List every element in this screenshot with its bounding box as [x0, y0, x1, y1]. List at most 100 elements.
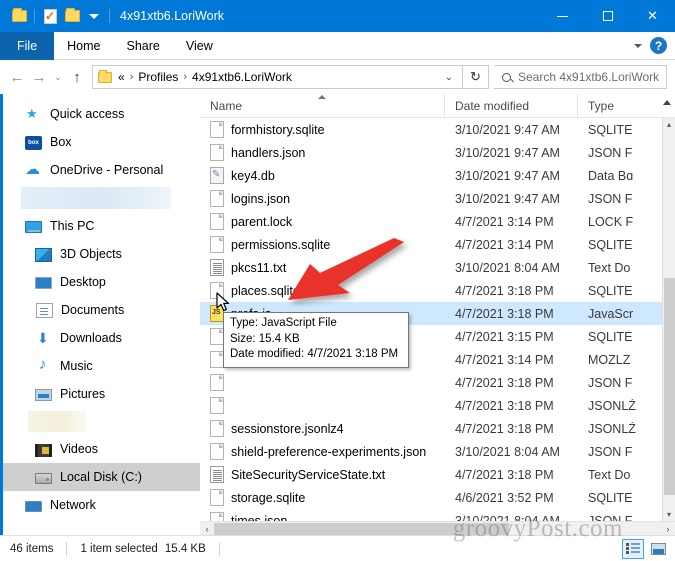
sidebar-item-documents[interactable]: Documents	[3, 296, 200, 324]
file-date-cell: 4/7/2021 3:18 PM	[455, 467, 554, 482]
properties-icon[interactable]	[39, 5, 61, 27]
new-folder-icon[interactable]	[61, 5, 83, 27]
table-row[interactable]: key4.db 3/10/2021 9:47 AM Data Bɑ	[200, 164, 662, 187]
sidebar-item-desktop[interactable]: Desktop	[3, 268, 200, 296]
file-name-cell[interactable]: storage.sqlite	[200, 489, 445, 506]
up-arrow-icon[interactable]: ↑	[66, 64, 88, 90]
table-row[interactable]: parent.lock 4/7/2021 3:14 PM LOCK F	[200, 210, 662, 233]
sidebar-item-local-disk-c[interactable]: Local Disk (C:)	[3, 463, 200, 491]
file-type-cell: Text Do	[588, 260, 631, 275]
table-row[interactable]: 4/7/2021 3:18 PM JSON F	[200, 371, 662, 394]
sidebar-item-music[interactable]: Music	[3, 352, 200, 380]
table-row[interactable]: storage.sqlite 4/6/2021 3:52 PM SQLITE	[200, 486, 662, 509]
database-file-icon	[210, 167, 224, 184]
file-name-cell[interactable]: key4.db	[200, 167, 445, 184]
generic-file-icon	[210, 443, 224, 460]
sidebar-item-videos[interactable]: Videos	[3, 435, 200, 463]
file-name-cell[interactable]: pkcs11.txt	[200, 259, 445, 276]
tab-view[interactable]: View	[173, 32, 226, 60]
sidebar-item-label: Quick access	[50, 107, 125, 121]
file-date-cell: 4/7/2021 3:14 PM	[455, 237, 554, 252]
file-name-label: parent.lock	[231, 214, 293, 229]
file-name-cell[interactable]: permissions.sqlite	[200, 236, 445, 253]
vertical-scrollbar[interactable]: ▴ ▾	[662, 118, 675, 521]
tab-share[interactable]: Share	[114, 32, 173, 60]
file-date-cell: 4/7/2021 3:14 PM	[455, 214, 554, 229]
sidebar-item-downloads[interactable]: Downloads	[3, 324, 200, 352]
column-header-date-modified[interactable]: Date modified	[445, 93, 578, 118]
horizontal-scrollbar[interactable]: ‹ ›	[200, 521, 675, 535]
customize-caret-icon[interactable]	[83, 5, 105, 27]
file-name-cell[interactable]	[200, 397, 445, 414]
close-button[interactable]: ✕	[630, 0, 675, 32]
sidebar-item-3d-objects[interactable]: 3D Objects	[3, 240, 200, 268]
refresh-button[interactable]: ↻	[463, 65, 489, 89]
back-arrow-icon[interactable]: ←	[6, 64, 28, 90]
hscroll-right-arrow[interactable]: ›	[661, 522, 675, 536]
file-name-cell[interactable]: logins.json	[200, 190, 445, 207]
table-row[interactable]: sessionstore.jsonlz4 4/7/2021 3:18 PM JSON…	[200, 417, 662, 440]
table-row[interactable]: logins.json 3/10/2021 9:47 AM JSON F	[200, 187, 662, 210]
hscroll-thumb[interactable]	[214, 522, 510, 535]
large-icons-view-icon[interactable]	[647, 539, 669, 559]
table-row[interactable]: handlers.json 3/10/2021 9:47 AM JSON F	[200, 141, 662, 164]
file-name-cell[interactable]: parent.lock	[200, 213, 445, 230]
folder-icon[interactable]	[8, 5, 30, 27]
file-name-cell[interactable]: formhistory.sqlite	[200, 121, 445, 138]
breadcrumb-profiles[interactable]: Profiles	[138, 70, 178, 84]
table-row[interactable]: permissions.sqlite 4/7/2021 3:14 PM SQLITE	[200, 233, 662, 256]
search-input[interactable]: Search 4x91xtb6.LoriWork	[494, 65, 667, 89]
generic-file-icon	[210, 328, 224, 345]
sidebar-item-redacted[interactable]	[21, 187, 171, 209]
scrollbar-up-arrow[interactable]: ▴	[663, 118, 675, 131]
table-row[interactable]: shield-preference-experiments.json 3/10/2…	[200, 440, 662, 463]
table-row[interactable]: places.sqlite 4/7/2021 3:18 PM SQLITE	[200, 279, 662, 302]
table-row[interactable]: SiteSecurityServiceState.txt 4/7/2021 3:1…	[200, 463, 662, 486]
address-input[interactable]: « › Profiles › 4x91xtb6.LoriWork ⌄	[92, 65, 463, 89]
sidebar-item-quick-access[interactable]: Quick access	[3, 100, 200, 128]
sidebar-item-pictures[interactable]: Pictures	[3, 380, 200, 408]
text-file-icon	[210, 466, 224, 483]
chevron-down-icon[interactable]	[634, 43, 642, 48]
scrollbar-thumb[interactable]	[664, 278, 675, 495]
sidebar-item-box[interactable]: box Box	[3, 128, 200, 156]
file-name-cell[interactable]: SiteSecurityServiceState.txt	[200, 466, 445, 483]
file-name-cell[interactable]	[200, 374, 445, 391]
scroll-up-icon[interactable]	[663, 99, 671, 105]
minimize-button[interactable]	[540, 0, 585, 32]
file-name-cell[interactable]: shield-preference-experiments.json	[200, 443, 445, 460]
table-row[interactable]: pkcs11.txt 3/10/2021 8:04 AM Text Do	[200, 256, 662, 279]
column-header-type[interactable]: Type	[578, 94, 675, 118]
sidebar-item-onedrive-personal[interactable]: OneDrive - Personal	[3, 156, 200, 184]
hscroll-track[interactable]	[214, 522, 661, 536]
view-mode-buttons	[622, 538, 675, 559]
details-view-icon[interactable]	[622, 538, 644, 559]
recent-locations-icon[interactable]: ⌄	[50, 64, 66, 90]
sidebar-item-redacted-2[interactable]	[28, 411, 86, 432]
sidebar-item-this-pc[interactable]: This PC	[3, 212, 200, 240]
file-name-cell[interactable]: places.sqlite	[200, 282, 445, 299]
table-row[interactable]: 4/7/2021 3:18 PM JSONLŹ	[200, 394, 662, 417]
table-row[interactable]: times.json 3/10/2021 8:04 AM JSON F	[200, 509, 662, 521]
hscroll-left-arrow[interactable]: ‹	[200, 522, 214, 536]
address-dropdown-icon[interactable]: ⌄	[438, 72, 460, 83]
table-row[interactable]: formhistory.sqlite 3/10/2021 9:47 AM SQLIT…	[200, 118, 662, 141]
toolbar-divider	[34, 9, 35, 23]
file-date-cell: 3/10/2021 9:47 AM	[455, 145, 560, 160]
breadcrumb-current-folder[interactable]: 4x91xtb6.LoriWork	[192, 70, 292, 84]
music-note-icon	[35, 356, 52, 375]
sidebar-item-network[interactable]: Network	[3, 491, 200, 519]
file-name-cell[interactable]: times.json	[200, 512, 445, 521]
file-name-cell[interactable]: handlers.json	[200, 144, 445, 161]
file-type-cell: MOZLZ	[588, 352, 631, 367]
tab-file[interactable]: File	[0, 32, 55, 60]
maximize-button[interactable]	[585, 0, 630, 32]
file-type-cell: Data Bɑ	[588, 168, 634, 183]
breadcrumb-overflow[interactable]: «	[118, 70, 125, 84]
help-icon[interactable]: ?	[650, 37, 667, 54]
tab-home[interactable]: Home	[54, 32, 113, 60]
file-name-cell[interactable]: sessionstore.jsonlz4	[200, 420, 445, 437]
scrollbar-down-arrow[interactable]: ▾	[663, 508, 675, 521]
forward-arrow-icon[interactable]: →	[28, 64, 50, 90]
column-header-name[interactable]: Name	[200, 93, 445, 118]
